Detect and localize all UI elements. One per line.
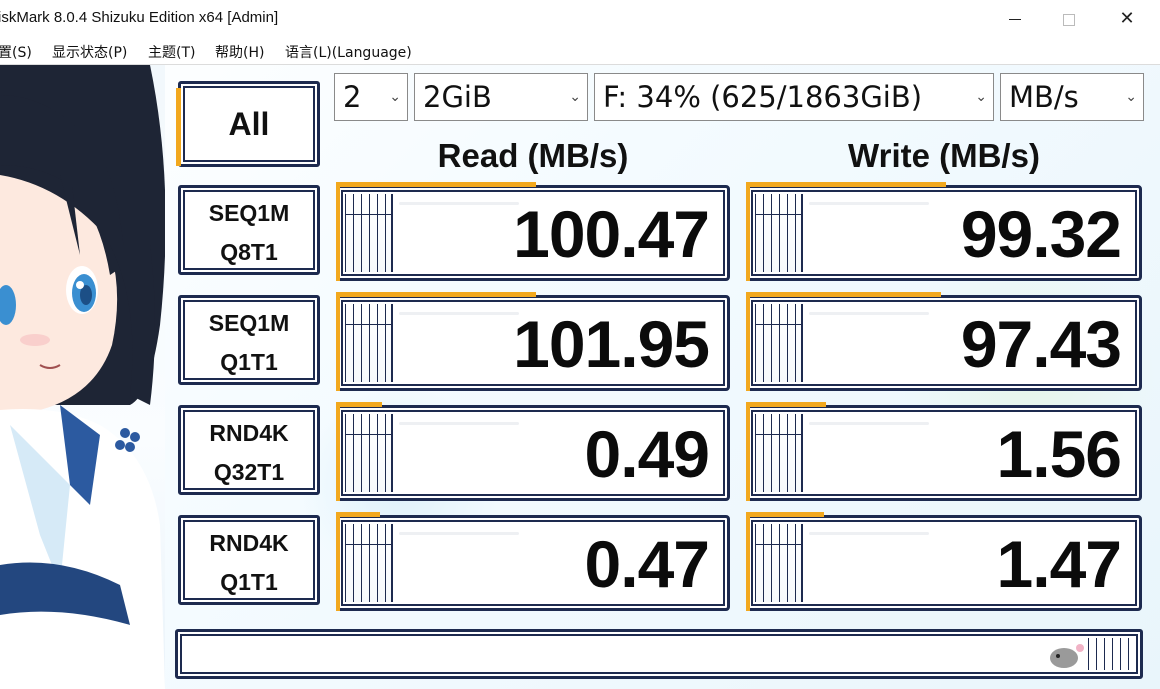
- mist-decoration: [809, 312, 929, 315]
- write-progress-indicator: [746, 292, 941, 297]
- test-params: Q1T1: [220, 569, 278, 595]
- seq1m-q8t1-write-result: 99.32: [746, 182, 1142, 281]
- mist-decoration: [399, 312, 519, 315]
- rnd4k-q32t1-read-result: 0.49: [336, 402, 730, 501]
- rnd4k-q1t1-button[interactable]: RND4K Q1T1: [178, 515, 320, 605]
- accent-bar: [336, 515, 340, 611]
- read-value: 101.95: [513, 307, 710, 381]
- menu-settings[interactable]: 置(S): [0, 42, 32, 62]
- mascot-icon: [1050, 644, 1084, 668]
- rnd4k-q1t1-write-result: 1.47: [746, 512, 1142, 611]
- maximize-icon: [1063, 13, 1075, 26]
- meter-grid: [755, 194, 803, 272]
- main-panel: All 2 ⌄ 2GiB ⌄ F: 34% (625/1863GiB) ⌄ MB…: [0, 65, 1160, 689]
- title-bar: iskMark 8.0.4 Shizuku Edition x64 [Admin…: [0, 0, 1160, 39]
- rnd4k-q32t1-button[interactable]: RND4K Q32T1: [178, 405, 320, 495]
- accent-bar: [746, 515, 750, 611]
- meter-grid: [755, 524, 803, 602]
- write-value: 97.43: [960, 307, 1122, 381]
- write-value: 99.32: [960, 197, 1122, 271]
- menu-theme[interactable]: 主题(T): [148, 42, 195, 62]
- chevron-down-icon: ⌄: [975, 89, 987, 105]
- read-progress-indicator: [336, 292, 536, 297]
- write-value: 1.47: [996, 527, 1122, 601]
- seq1m-q8t1-read-result: 100.47: [336, 182, 730, 281]
- menu-language[interactable]: 语言(L)(Language): [285, 42, 412, 62]
- menu-display[interactable]: 显示状态(P): [52, 42, 127, 62]
- test-count-select[interactable]: 2 ⌄: [334, 73, 408, 121]
- write-progress-indicator: [746, 512, 824, 517]
- minimize-icon: [1009, 19, 1021, 20]
- read-column-header: Read (MB/s): [437, 137, 629, 174]
- accent-bar: [336, 185, 340, 281]
- drive-value: F: 34% (625/1863GiB): [603, 80, 923, 114]
- meter-grid: [755, 304, 803, 382]
- chevron-down-icon: ⌄: [389, 89, 401, 105]
- character-image: [0, 65, 165, 689]
- meter-grid: [345, 304, 393, 382]
- seq1m-q8t1-button[interactable]: SEQ1M Q8T1: [178, 185, 320, 275]
- test-size-select[interactable]: 2GiB ⌄: [414, 73, 588, 121]
- write-progress-indicator: [746, 402, 826, 407]
- test-params: Q32T1: [213, 459, 285, 485]
- seq1m-q1t1-button[interactable]: SEQ1M Q1T1: [178, 295, 320, 385]
- accent-bar: [746, 405, 750, 501]
- seq1m-q1t1-write-result: 97.43: [746, 292, 1142, 391]
- menu-help[interactable]: 帮助(H): [215, 42, 264, 62]
- mist-decoration: [399, 422, 519, 425]
- unit-value: MB/s: [1009, 80, 1079, 114]
- meter-grid: [755, 414, 803, 492]
- test-count-value: 2: [343, 80, 362, 114]
- mist-decoration: [809, 202, 929, 205]
- test-name: RND4K: [209, 420, 289, 446]
- mist-decoration: [809, 422, 929, 425]
- menu-bar: 置(S) 显示状态(P) 主题(T) 帮助(H) 语言(L)(Language): [0, 38, 1160, 65]
- test-params: Q1T1: [220, 349, 278, 375]
- read-progress-indicator: [336, 182, 536, 187]
- meter-grid: [345, 524, 393, 602]
- meter-grid: [345, 414, 393, 492]
- character-illustration: [0, 65, 165, 689]
- meter-grid: [345, 194, 393, 272]
- test-name: SEQ1M: [208, 200, 290, 226]
- read-value: 0.47: [584, 527, 710, 601]
- write-column-header: Write (MB/s): [848, 137, 1040, 174]
- drive-select[interactable]: F: 34% (625/1863GiB) ⌄: [594, 73, 994, 121]
- window-title: iskMark 8.0.4 Shizuku Edition x64 [Admin…: [0, 9, 279, 26]
- test-name: SEQ1M: [208, 310, 290, 336]
- accent-bar: [336, 405, 340, 501]
- write-progress-indicator: [746, 182, 946, 187]
- test-params: Q8T1: [220, 239, 278, 265]
- rnd4k-q32t1-write-result: 1.56: [746, 402, 1142, 501]
- maximize-button[interactable]: [1046, 0, 1092, 38]
- minimize-button[interactable]: [992, 0, 1038, 38]
- run-all-button[interactable]: All: [176, 81, 320, 167]
- mist-decoration: [399, 202, 519, 205]
- close-icon: ✕: [1119, 8, 1135, 29]
- write-value: 1.56: [996, 417, 1122, 491]
- accent-bar: [746, 295, 750, 391]
- accent-bar: [336, 295, 340, 391]
- progress-grid: [1088, 638, 1134, 670]
- rnd4k-q1t1-read-result: 0.47: [336, 512, 730, 611]
- read-value: 0.49: [584, 417, 710, 491]
- test-size-value: 2GiB: [423, 80, 492, 114]
- mist-decoration: [809, 532, 929, 535]
- mist-decoration: [399, 532, 519, 535]
- unit-select[interactable]: MB/s ⌄: [1000, 73, 1144, 121]
- read-progress-indicator: [336, 512, 380, 517]
- chevron-down-icon: ⌄: [1125, 89, 1137, 105]
- seq1m-q1t1-read-result: 101.95: [336, 292, 730, 391]
- read-value: 100.47: [513, 197, 710, 271]
- accent-bar: [746, 185, 750, 281]
- chevron-down-icon: ⌄: [569, 89, 581, 105]
- test-name: RND4K: [209, 530, 289, 556]
- close-button[interactable]: ✕: [1104, 0, 1150, 38]
- status-progress-bar: [175, 629, 1143, 679]
- read-progress-indicator: [336, 402, 382, 407]
